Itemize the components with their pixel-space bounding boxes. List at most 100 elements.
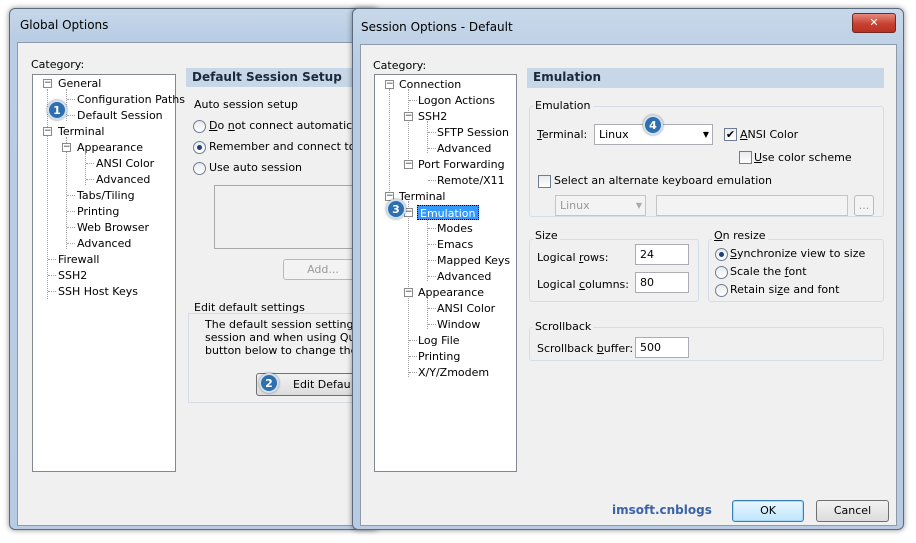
tree-item-terminal[interactable]: Terminal [399, 189, 446, 204]
badge-2: 2 [259, 373, 279, 393]
tree-item-port-forwarding[interactable]: Port Forwarding [418, 157, 505, 172]
tree-item-modes[interactable]: Modes [437, 221, 473, 236]
tree-item-printing[interactable]: Printing [418, 349, 460, 364]
tree-item-appearance[interactable]: Appearance [418, 285, 484, 300]
collapse-appearance-icon[interactable]: − [404, 288, 413, 297]
tree-item-ansi-color[interactable]: ANSI Color [96, 156, 154, 171]
tree-line [86, 179, 94, 180]
tree-line [409, 100, 417, 101]
logical-rows-label: Logical rows: [537, 251, 609, 264]
remember-and-connect-radio[interactable] [193, 141, 206, 154]
browse-button[interactable]: ... [854, 195, 874, 216]
tree-item-mapped-keys[interactable]: Mapped Keys [437, 253, 510, 268]
tree-item-ssh2-advanced[interactable]: Advanced [437, 141, 491, 156]
tree-item-xyzmodem[interactable]: X/Y/Zmodem [418, 365, 489, 380]
tree-item-window[interactable]: Window [437, 317, 480, 332]
tree-item-tabs-tiling[interactable]: Tabs/Tiling [77, 188, 135, 203]
tree-item-ssh2[interactable]: SSH2 [58, 268, 87, 283]
tree-item-ssh-host-keys[interactable]: SSH Host Keys [58, 284, 138, 299]
collapse-connection-icon[interactable]: − [385, 80, 394, 89]
use-auto-session-label: Use auto session [209, 161, 303, 174]
tree-item-appearance-advanced[interactable]: Advanced [96, 172, 150, 187]
tree-item-emulation[interactable]: Emulation [417, 205, 479, 220]
default-session-header: Default Session Setup [186, 68, 376, 87]
logical-rows-input[interactable]: 24 [635, 244, 689, 265]
badge-3: 3 [386, 199, 406, 219]
auto-session-list[interactable] [214, 185, 374, 249]
ansi-color-checkbox[interactable]: ✔ [724, 128, 737, 141]
tree-item-default-session[interactable]: Default Session [77, 108, 163, 123]
scrollback-group-label: Scrollback [533, 320, 594, 333]
tree-item-printing[interactable]: Printing [77, 204, 119, 219]
tree-item-sftp-session[interactable]: SFTP Session [437, 125, 509, 140]
tree-item-configuration-paths[interactable]: Configuration Paths [77, 92, 185, 107]
session-category-tree[interactable]: − Connection Logon Actions − SSH2 SFTP S… [374, 74, 517, 472]
tree-item-remote-x11[interactable]: Remote/X11 [437, 173, 505, 188]
tree-item-connection[interactable]: Connection [399, 77, 461, 92]
tree-line [48, 291, 56, 292]
category-label: Category: [31, 58, 85, 71]
tree-line [428, 276, 436, 277]
alternate-keyboard-select[interactable]: Linux ▼ [555, 195, 646, 216]
tree-item-logon-actions[interactable]: Logon Actions [418, 93, 495, 108]
badge-1: 1 [47, 100, 67, 120]
tree-line [86, 163, 94, 164]
global-category-tree[interactable]: − General Configuration Paths Default Se… [32, 74, 185, 472]
tree-line [67, 243, 75, 244]
tree-line [427, 217, 428, 281]
collapse-terminal-icon[interactable]: − [43, 127, 52, 136]
cancel-button[interactable]: Cancel [816, 500, 889, 522]
collapse-general-icon[interactable]: − [43, 79, 52, 88]
use-color-scheme-checkbox[interactable] [739, 151, 752, 164]
tree-item-ssh2[interactable]: SSH2 [418, 109, 447, 124]
retain-size-radio[interactable] [715, 284, 728, 297]
tree-line [428, 148, 436, 149]
emulation-header: Emulation [527, 68, 884, 88]
do-not-connect-radio[interactable] [193, 120, 206, 133]
collapse-port-forwarding-icon[interactable]: − [404, 160, 413, 169]
close-button[interactable]: ✕ [852, 13, 896, 33]
badge-4: 4 [643, 115, 663, 135]
tree-line [409, 340, 417, 341]
tree-item-log-file[interactable]: Log File [418, 333, 460, 348]
tree-item-terminal[interactable]: Terminal [58, 124, 105, 139]
tree-line [408, 89, 409, 169]
tree-item-web-browser[interactable]: Web Browser [77, 220, 149, 235]
tree-item-general[interactable]: General [58, 76, 101, 91]
collapse-ssh2-icon[interactable]: − [404, 112, 413, 121]
tree-line [47, 89, 48, 299]
on-resize-group-label: On resize [712, 229, 768, 242]
tree-item-emulation-advanced[interactable]: Advanced [437, 269, 491, 284]
collapse-appearance-icon[interactable]: − [62, 143, 71, 152]
tree-item-emacs[interactable]: Emacs [437, 237, 473, 252]
session-options-title: Session Options - Default [361, 20, 513, 34]
tree-item-firewall[interactable]: Firewall [58, 252, 99, 267]
alternate-keyboard-field[interactable] [656, 195, 848, 216]
ok-button[interactable]: OK [732, 500, 804, 522]
tree-line [428, 260, 436, 261]
tree-item-appearance[interactable]: Appearance [77, 140, 143, 155]
tree-line [67, 115, 75, 116]
tree-line [67, 211, 75, 212]
use-auto-session-radio[interactable] [193, 162, 206, 175]
global-options-body: Category: − General Configuration Paths … [17, 42, 382, 526]
alternate-keyboard-label: Select an alternate keyboard emulation [554, 174, 772, 187]
tree-line [428, 308, 436, 309]
logical-columns-input[interactable]: 80 [635, 272, 689, 293]
session-options-body: Category: − Connection Logon Actions − S… [360, 44, 897, 526]
synchronize-view-radio[interactable] [715, 248, 728, 261]
scale-font-label: Scale the font [730, 265, 807, 278]
tree-line [409, 372, 417, 373]
use-color-scheme-label: Use color scheme [754, 151, 852, 164]
tree-line [428, 324, 436, 325]
scrollback-buffer-input[interactable]: 500 [635, 337, 689, 358]
alternate-keyboard-checkbox[interactable] [538, 175, 551, 188]
tree-item-terminal-advanced[interactable]: Advanced [77, 236, 131, 251]
add-button[interactable]: Add... [283, 259, 363, 280]
tree-line [409, 356, 417, 357]
scrollback-buffer-label: Scrollback buffer: [537, 342, 634, 355]
session-options-window: Session Options - Default ✕ Category: − … [352, 8, 904, 530]
tree-item-ansi-color[interactable]: ANSI Color [437, 301, 495, 316]
tree-line [67, 195, 75, 196]
scale-font-radio[interactable] [715, 266, 728, 279]
